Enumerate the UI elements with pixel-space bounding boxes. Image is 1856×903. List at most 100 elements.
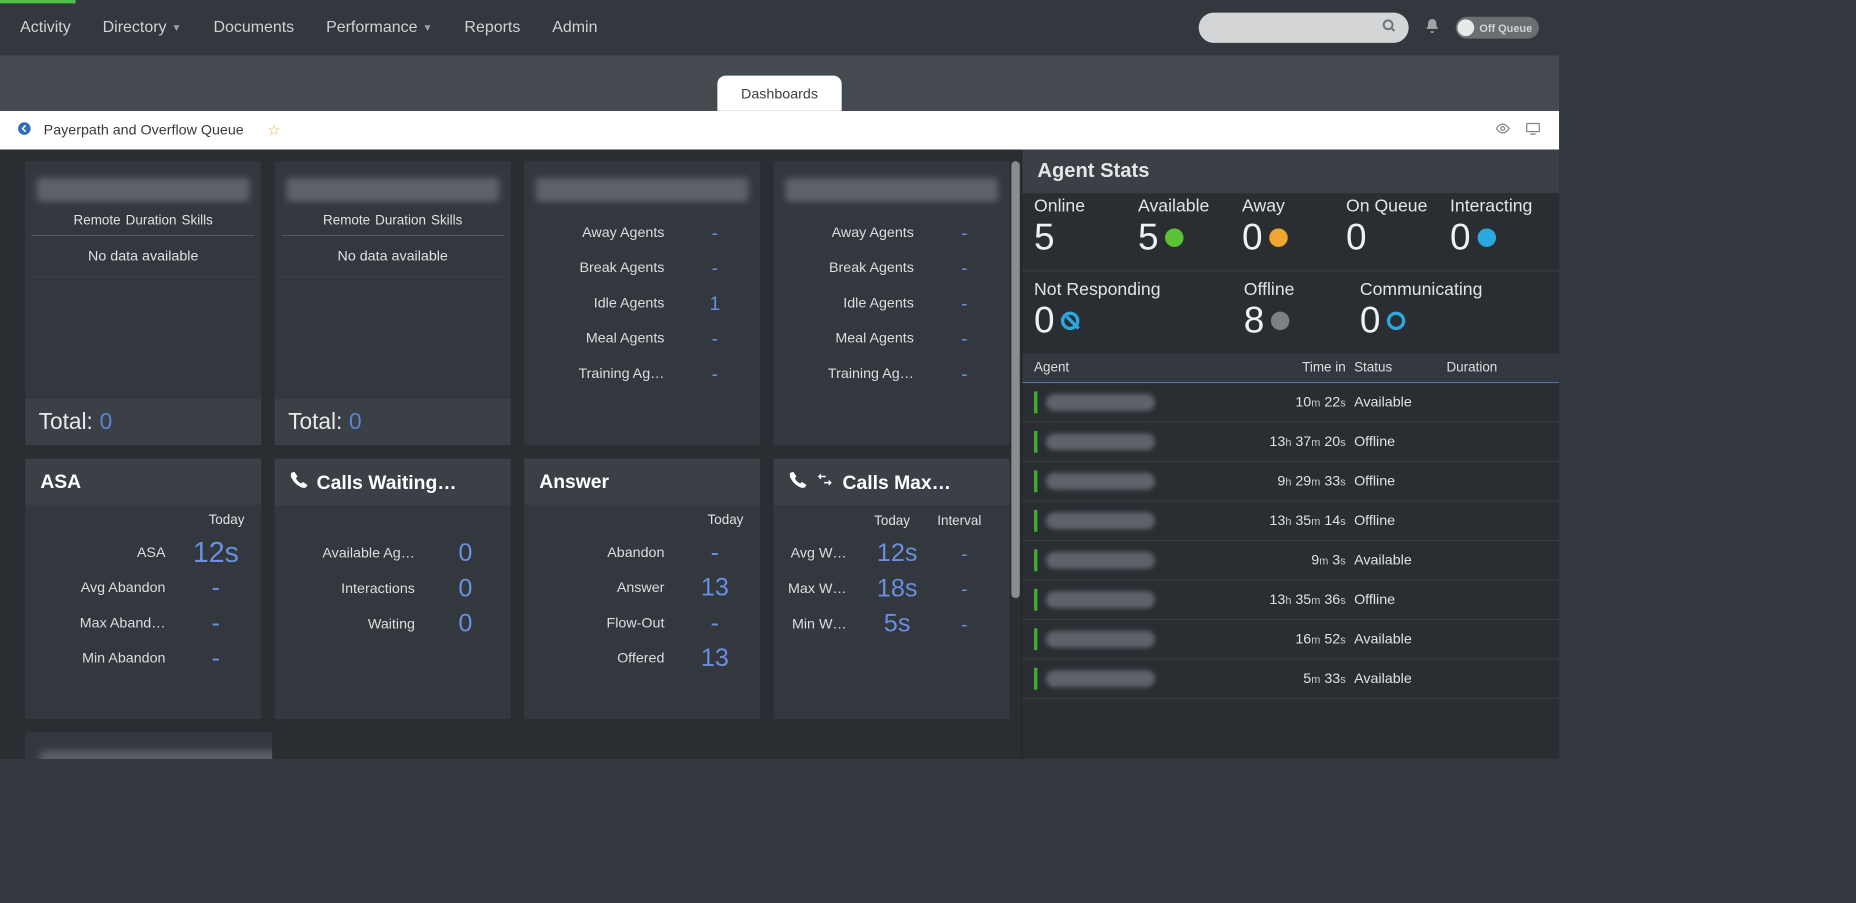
- nav-directory[interactable]: Directory▼: [103, 18, 182, 36]
- search-box[interactable]: [1199, 13, 1409, 43]
- transfer-icon: [816, 470, 834, 494]
- agent-row[interactable]: 13h 35m 36s Offline: [1022, 580, 1559, 619]
- stat-interacting: Interacting 0: [1450, 197, 1547, 259]
- eye-icon[interactable]: [1494, 121, 1512, 140]
- stat-row: Available Ag…0: [286, 536, 499, 571]
- agent-name-redacted: [1046, 473, 1155, 490]
- stat-row: Interactions0: [286, 571, 499, 606]
- agent-table: Agent Time in Status Duration 10m 22s Av…: [1022, 354, 1559, 759]
- stat-row: Avg W…12s-: [785, 536, 998, 571]
- queue-widget-2: Remote Duration Skills No data available…: [275, 161, 511, 445]
- row-status-tick: [1034, 510, 1037, 532]
- breadcrumb-bar: Payerpath and Overflow Queue ☆: [0, 111, 1559, 150]
- widget-title-redacted: [785, 178, 998, 202]
- nav-documents[interactable]: Documents: [213, 18, 294, 36]
- stat-row: Abandon-: [536, 535, 749, 570]
- stat-row: Break Agents-: [785, 250, 998, 285]
- agent-name-redacted: [1046, 433, 1155, 450]
- monitor-icon[interactable]: [1524, 121, 1542, 140]
- calls-waiting-widget: Calls Waiting… Available Ag…0Interaction…: [275, 459, 511, 719]
- status-text: Offline: [1346, 512, 1447, 529]
- tab-dashboards[interactable]: Dashboards: [717, 76, 841, 111]
- time-in-status: 13h 35m 36s: [1245, 591, 1346, 608]
- widget-title: Answer: [524, 459, 760, 505]
- stat-row: Avg Abandon-: [37, 570, 250, 605]
- time-in-status: 10m 22s: [1245, 394, 1346, 411]
- toggle-knob: [1458, 19, 1475, 36]
- row-status-tick: [1034, 589, 1037, 611]
- stat-row: Max W…18s-: [785, 571, 998, 606]
- widget-title: Calls Max…: [774, 459, 1010, 506]
- stat-row: Offered13: [536, 641, 749, 676]
- stat-row: Break Agents-: [536, 250, 749, 285]
- status-text: Offline: [1346, 591, 1447, 608]
- back-icon[interactable]: [17, 121, 32, 140]
- stat-offline: Offline 8: [1244, 280, 1353, 342]
- dashboard-left: Remote Duration Skills No data available…: [0, 150, 1021, 759]
- stat-row: Away Agents-: [536, 215, 749, 250]
- widget-title: Calls Waiting…: [275, 459, 511, 506]
- agent-name-redacted: [1046, 552, 1155, 569]
- agent-row[interactable]: 16m 52s Available: [1022, 620, 1559, 659]
- status-text: Available: [1346, 552, 1447, 569]
- stat-row: Idle Agents-: [785, 286, 998, 321]
- asa-widget: ASA Today ASA12sAvg Abandon-Max Aband…-M…: [25, 459, 261, 719]
- agent-row[interactable]: 5m 33s Available: [1022, 659, 1559, 698]
- no-data-message: No data available: [281, 236, 504, 277]
- row-status-tick: [1034, 431, 1037, 453]
- stat-row: Min W…5s-: [785, 606, 998, 641]
- agent-name-redacted: [1046, 631, 1155, 648]
- widget-title-redacted: [286, 178, 499, 202]
- stat-online: Online 5: [1034, 197, 1131, 259]
- table-header: Remote Duration Skills: [32, 210, 255, 236]
- agent-stats-panel: Agent Stats Online 5 Available 5 Away 0 …: [1021, 150, 1559, 759]
- toggle-label: Off Queue: [1479, 21, 1532, 34]
- column-headers: Today Interval: [785, 511, 998, 536]
- row-status-tick: [1034, 668, 1037, 690]
- phone-icon: [290, 470, 308, 494]
- stat-row: Max Aband…-: [37, 606, 250, 641]
- nav-admin[interactable]: Admin: [552, 18, 597, 36]
- stat-row: Training Ag…-: [536, 356, 749, 391]
- stat-row: ASA12s: [37, 535, 250, 570]
- agent-name-redacted: [1046, 394, 1155, 411]
- queue-toggle[interactable]: Off Queue: [1456, 17, 1539, 39]
- agent-row[interactable]: 9m 3s Available: [1022, 541, 1559, 580]
- status-text: Available: [1346, 394, 1447, 411]
- status-dot-green: [1165, 228, 1183, 246]
- agent-row[interactable]: 9h 29m 33s Offline: [1022, 462, 1559, 501]
- answer-widget: Answer Today Abandon-Answer13Flow-Out-Of…: [524, 459, 760, 719]
- queue-widget-1: Remote Duration Skills No data available…: [25, 161, 261, 445]
- stat-row: Training Ag…-: [785, 356, 998, 391]
- agent-row[interactable]: 10m 22s Available: [1022, 383, 1559, 422]
- panel-title: Agent Stats: [1022, 150, 1559, 194]
- row-status-tick: [1034, 470, 1037, 492]
- time-in-status: 13h 35m 14s: [1245, 512, 1346, 529]
- time-in-status: 16m 52s: [1245, 631, 1346, 648]
- bell-icon[interactable]: [1424, 17, 1441, 38]
- status-text: Available: [1346, 631, 1447, 648]
- top-navbar: Activity Directory▼ Documents Performanc…: [0, 0, 1559, 55]
- stat-row: Min Abandon-: [37, 641, 250, 676]
- time-in-status: 9h 29m 33s: [1245, 473, 1346, 490]
- time-in-status: 13h 37m 20s: [1245, 433, 1346, 450]
- column-header: Today: [37, 510, 250, 535]
- breadcrumb-title: Payerpath and Overflow Queue: [44, 122, 244, 139]
- caret-down-icon: ▼: [172, 22, 182, 34]
- agent-row[interactable]: 13h 37m 20s Offline: [1022, 423, 1559, 462]
- agent-name-redacted: [1046, 591, 1155, 608]
- star-icon[interactable]: ☆: [267, 121, 281, 139]
- row-status-tick: [1034, 391, 1037, 413]
- status-text: Offline: [1346, 473, 1447, 490]
- nav-activity[interactable]: Activity: [20, 18, 71, 36]
- agent-status-widget-1: Away Agents-Break Agents-Idle Agents1Mea…: [524, 161, 760, 445]
- column-header: Today: [536, 510, 749, 535]
- search-icon[interactable]: [1382, 18, 1397, 37]
- agent-row[interactable]: 13h 35m 14s Offline: [1022, 501, 1559, 540]
- scrollbar-thumb[interactable]: [1011, 161, 1019, 598]
- search-input[interactable]: [1211, 21, 1382, 35]
- nav-reports[interactable]: Reports: [464, 18, 520, 36]
- nav-performance[interactable]: Performance▼: [326, 18, 432, 36]
- agent-name-redacted: [1046, 670, 1155, 687]
- stat-available: Available 5: [1138, 197, 1235, 259]
